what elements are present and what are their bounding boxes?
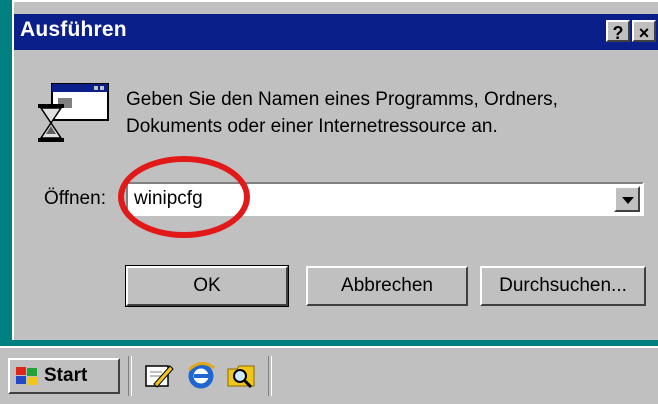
start-button[interactable]: Start — [8, 358, 120, 394]
close-button[interactable]: × — [632, 20, 656, 43]
dropdown-arrow-icon[interactable] — [614, 186, 640, 212]
ok-button[interactable]: OK — [125, 265, 289, 307]
internet-explorer-icon[interactable] — [186, 360, 216, 390]
run-dialog: Ausführen ? × Geben Sie den Namen eines … — [12, 0, 658, 340]
taskbar: Start — [0, 346, 658, 404]
window-title: Ausführen — [20, 18, 127, 41]
run-program-icon — [38, 83, 109, 142]
cancel-button[interactable]: Abbrechen — [306, 266, 468, 306]
open-combobox[interactable]: winipcfg — [126, 182, 644, 216]
open-input[interactable]: winipcfg — [134, 188, 203, 210]
description-line-2: Dokuments oder einer Internetressource a… — [126, 116, 498, 137]
windows-logo-icon — [16, 367, 37, 385]
description-line-1: Geben Sie den Namen eines Programms, Ord… — [126, 89, 558, 110]
explorer-icon[interactable] — [226, 360, 256, 390]
dialog-description: Geben Sie den Namen eines Programms, Ord… — [126, 86, 626, 140]
open-label: Öffnen: — [44, 188, 106, 209]
start-label: Start — [44, 365, 88, 386]
taskbar-separator — [128, 356, 132, 396]
browse-button[interactable]: Durchsuchen... — [480, 266, 646, 306]
edit-icon[interactable] — [144, 360, 174, 390]
title-bar[interactable]: Ausführen ? × — [14, 14, 658, 50]
taskbar-separator — [268, 356, 272, 396]
help-button[interactable]: ? — [606, 20, 630, 43]
desktop-background — [0, 0, 12, 340]
